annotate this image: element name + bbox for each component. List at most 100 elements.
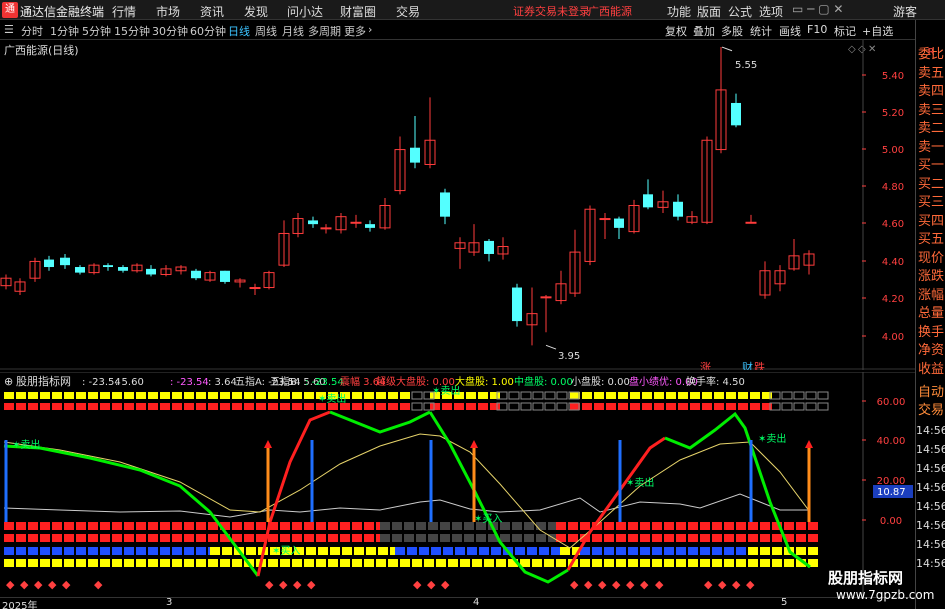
btn-zixuan[interactable]: +自选 bbox=[862, 23, 893, 39]
btn-biaoji[interactable]: 标记 bbox=[834, 23, 856, 39]
signal-box bbox=[256, 403, 266, 410]
guest-label[interactable]: 游客 bbox=[893, 3, 917, 20]
window-controls-icon[interactable]: ▭ ─ ▢ ✕ bbox=[792, 2, 843, 16]
period-daily[interactable]: 日线 bbox=[228, 23, 250, 39]
signal-box bbox=[268, 392, 278, 399]
period-5min[interactable]: 5分钟 bbox=[82, 23, 111, 39]
band-box bbox=[328, 522, 338, 530]
chevron-right-icon[interactable]: › bbox=[368, 23, 372, 36]
quote-label[interactable]: 现价 bbox=[916, 250, 945, 268]
menu-shichang[interactable]: 市场 bbox=[156, 3, 180, 20]
signal-box bbox=[232, 392, 242, 399]
band-box bbox=[392, 534, 402, 542]
y-tick-label: 4.40 bbox=[882, 257, 904, 268]
menu-xuanxiang[interactable]: 选项 bbox=[759, 3, 783, 20]
marker-zhang[interactable]: 涨 bbox=[700, 361, 711, 374]
btn-diejia[interactable]: 叠加 bbox=[693, 23, 715, 39]
menu-hangqing[interactable]: 行情 bbox=[112, 3, 136, 20]
btn-huaxian[interactable]: 画线 bbox=[779, 23, 801, 39]
quote-label[interactable]: 委比 bbox=[916, 46, 945, 64]
marker-die[interactable]: 跌 bbox=[754, 360, 765, 374]
menu-banmian[interactable]: 版面 bbox=[697, 3, 721, 20]
candle-body bbox=[440, 192, 450, 217]
band-box bbox=[100, 522, 110, 530]
quote-label[interactable]: 卖三 bbox=[916, 102, 945, 120]
quote-label[interactable]: 买五 bbox=[916, 231, 945, 249]
auto-trade-label[interactable]: 交易 bbox=[916, 402, 945, 420]
quote-label[interactable]: 收益 bbox=[916, 361, 945, 379]
signal-box bbox=[4, 403, 14, 410]
band-box bbox=[688, 534, 698, 542]
menu-gongneng[interactable]: 功能 bbox=[667, 3, 691, 20]
low-price-label: 3.95 bbox=[558, 351, 580, 362]
signal-box bbox=[654, 392, 664, 399]
quote-label[interactable]: 买四 bbox=[916, 213, 945, 231]
period-monthly[interactable]: 月线 bbox=[282, 23, 304, 39]
marker-cai[interactable]: 财 bbox=[742, 360, 753, 374]
quote-label[interactable]: 买二 bbox=[916, 176, 945, 194]
signal-box bbox=[40, 403, 50, 410]
auto-trade-label[interactable]: 自动 bbox=[916, 384, 945, 402]
menu-wenxiaoda[interactable]: 问小达 bbox=[287, 3, 323, 20]
quote-label[interactable]: 涨跌 bbox=[916, 268, 945, 286]
quote-label[interactable]: 卖五 bbox=[916, 65, 945, 83]
quote-label[interactable]: 买一 bbox=[916, 157, 945, 175]
quote-label[interactable]: 卖一 bbox=[916, 139, 945, 157]
signal-box bbox=[196, 403, 206, 410]
diamond-icon: ◆ bbox=[655, 578, 664, 591]
band-box bbox=[760, 559, 770, 567]
band-box bbox=[100, 559, 110, 567]
btn-duogu[interactable]: 多股 bbox=[721, 23, 743, 39]
btn-fuquan[interactable]: 复权 bbox=[665, 23, 687, 39]
quote-label[interactable]: 卖四 bbox=[916, 83, 945, 101]
btn-tongji[interactable]: 统计 bbox=[750, 23, 772, 39]
y-tick-label: 4.20 bbox=[882, 294, 904, 305]
signal-box bbox=[88, 392, 98, 399]
indicator-value: 大盘股: 1.00 bbox=[455, 375, 514, 388]
band-box bbox=[16, 534, 26, 542]
time-label-3: 3 bbox=[166, 597, 173, 608]
quote-label[interactable]: 卖二 bbox=[916, 120, 945, 138]
period-more[interactable]: 更多 bbox=[344, 23, 366, 39]
diamond-icon: ◆ bbox=[612, 578, 621, 591]
menu-caifuquan[interactable]: 财富圈 bbox=[340, 3, 376, 20]
indicator-chart[interactable]: ⊕ 股朋指标网 : -23.54: 5.60: -23.54: 3.64 五指A:… bbox=[0, 371, 915, 597]
menu-faxian[interactable]: 发现 bbox=[244, 3, 268, 20]
period-1min[interactable]: 1分钟 bbox=[50, 23, 79, 39]
period-60min[interactable]: 60分钟 bbox=[190, 23, 226, 39]
menu-jiaoyi[interactable]: 交易 bbox=[396, 3, 420, 20]
period-15min[interactable]: 15分钟 bbox=[114, 23, 150, 39]
signal-box bbox=[606, 403, 616, 410]
band-box bbox=[280, 534, 290, 542]
login-notice[interactable]: 证券交易未登录 bbox=[513, 3, 590, 19]
chart-options-icon[interactable]: ◇ bbox=[848, 44, 856, 55]
buy-arrowhead bbox=[805, 440, 813, 448]
quote-label[interactable]: 买三 bbox=[916, 194, 945, 212]
signal-box bbox=[702, 392, 712, 399]
menu-toggle-icon[interactable]: ☰ bbox=[4, 23, 14, 36]
candle-body bbox=[365, 224, 375, 228]
signal-box bbox=[148, 392, 158, 399]
btn-f10[interactable]: F10 bbox=[807, 23, 827, 36]
band-box bbox=[568, 522, 578, 530]
signal-box bbox=[352, 392, 362, 399]
chart-expand-icon[interactable]: ◇ bbox=[858, 44, 866, 55]
quote-label[interactable]: 总量 bbox=[916, 305, 945, 323]
quote-label[interactable]: 涨幅 bbox=[916, 287, 945, 305]
period-30min[interactable]: 30分钟 bbox=[152, 23, 188, 39]
quote-label[interactable]: 净资 bbox=[916, 342, 945, 360]
trade-time: 14:56 bbox=[916, 519, 945, 532]
indicator-arrow-icon[interactable]: ⊕ bbox=[4, 375, 13, 388]
diamond-icon: ◆ bbox=[6, 578, 15, 591]
menu-zixun[interactable]: 资讯 bbox=[200, 3, 224, 20]
candle-body bbox=[44, 259, 54, 268]
band-box bbox=[378, 547, 388, 555]
period-weekly[interactable]: 周线 bbox=[255, 23, 277, 39]
price-chart[interactable]: 广西能源(日线) ◇ ◇ ✕ 5.40 5.20 5.00 4.80 4.60 4.40 4… bbox=[0, 40, 915, 374]
menu-gongshi[interactable]: 公式 bbox=[728, 3, 752, 20]
period-fenshi[interactable]: 分时 bbox=[21, 23, 43, 39]
chart-close-icon[interactable]: ✕ bbox=[868, 44, 876, 55]
quote-label[interactable]: 换手 bbox=[916, 324, 945, 342]
period-multi[interactable]: 多周期 bbox=[308, 23, 341, 39]
diamond-icon: ◆ bbox=[746, 578, 755, 591]
